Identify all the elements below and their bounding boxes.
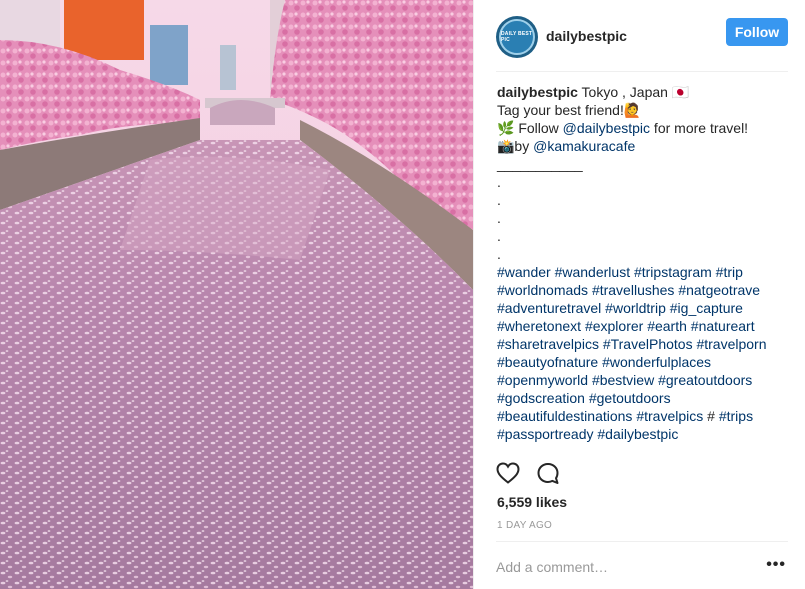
hashtag-line[interactable]: #wheretonext #explorer #earth #natureart xyxy=(497,317,789,335)
hashtag-line: #beautifuldestinations #travelpics # #tr… xyxy=(497,407,789,425)
caption-credit-prefix: 📸by xyxy=(497,138,534,154)
hashtag-line[interactable]: #openmyworld #bestview #greatoutdoors xyxy=(497,371,789,389)
hashtag-trips[interactable]: #trips xyxy=(719,408,753,424)
caption-line-location: dailybestpic Tokyo , Japan 🇯🇵 xyxy=(497,83,789,101)
caption-follow-prefix: 🌿 Follow xyxy=(497,120,563,136)
post-photo[interactable] xyxy=(0,0,473,589)
caption-dot: . xyxy=(497,246,501,262)
hashtag-line[interactable]: #worldnomads #travellushes #natgeotrave xyxy=(497,281,789,299)
instagram-post: DAILY BEST PIC dailybestpic Follow daily… xyxy=(0,0,805,589)
post-sidebar: DAILY BEST PIC dailybestpic Follow daily… xyxy=(473,0,805,589)
add-comment-input[interactable] xyxy=(496,556,746,578)
caption-location-text: Tokyo , Japan 🇯🇵 xyxy=(577,84,690,100)
mention-dailybestpic[interactable]: @dailybestpic xyxy=(563,120,650,136)
likes-count[interactable]: 6,559 likes xyxy=(497,494,567,510)
avatar[interactable]: DAILY BEST PIC xyxy=(496,15,538,58)
caption-dot: . xyxy=(497,174,501,190)
more-options-button[interactable]: ••• xyxy=(766,556,786,574)
caption-follow-suffix: for more travel! xyxy=(650,120,749,136)
heart-icon[interactable] xyxy=(496,462,520,484)
post-caption: dailybestpic Tokyo , Japan 🇯🇵 Tag your b… xyxy=(497,83,789,443)
caption-dot: . xyxy=(497,210,501,226)
hashtag-line[interactable]: #adventuretravel #worldtrip #ig_capture xyxy=(497,299,789,317)
caption-line-follow: 🌿 Follow @dailybestpic for more travel! xyxy=(497,119,789,137)
follow-button[interactable]: Follow xyxy=(726,18,788,46)
avatar-logo: DAILY BEST PIC xyxy=(499,18,535,55)
hashtag-line[interactable]: #beautyofnature #wonderfulplaces xyxy=(497,353,789,371)
hash-symbol: # xyxy=(703,408,719,424)
caption-dot: . xyxy=(497,192,501,208)
mention-kamakuracafe[interactable]: @kamakuracafe xyxy=(533,138,635,154)
hashtag-line[interactable]: #godscreation #getoutdoors xyxy=(497,389,789,407)
post-actions xyxy=(496,458,788,488)
cherry-blossom-canal-image xyxy=(0,0,473,589)
post-timestamp[interactable]: 1 DAY AGO xyxy=(497,520,552,531)
header-username[interactable]: dailybestpic xyxy=(546,28,627,44)
caption-line-tag: Tag your best friend!🙋 xyxy=(497,102,642,118)
post-header: DAILY BEST PIC dailybestpic Follow xyxy=(496,0,788,72)
avatar-logo-text: DAILY BEST PIC xyxy=(501,30,533,43)
hashtag-line[interactable]: #sharetravelpics #TravelPhotos #travelpo… xyxy=(497,335,789,353)
hashtag-group[interactable]: #beautifuldestinations #travelpics xyxy=(497,408,703,424)
caption-divider: ___________ xyxy=(497,156,583,172)
caption-dot: . xyxy=(497,228,501,244)
hashtag-line[interactable]: #passportready #dailybestpic xyxy=(497,425,789,443)
comment-bubble-icon[interactable] xyxy=(536,462,560,486)
hashtag-line[interactable]: #wander #wanderlust #tripstagram #trip xyxy=(497,263,789,281)
caption-username[interactable]: dailybestpic xyxy=(497,84,578,100)
comment-bar: ••• xyxy=(496,541,788,589)
caption-line-credit: 📸by @kamakuracafe xyxy=(497,137,789,155)
